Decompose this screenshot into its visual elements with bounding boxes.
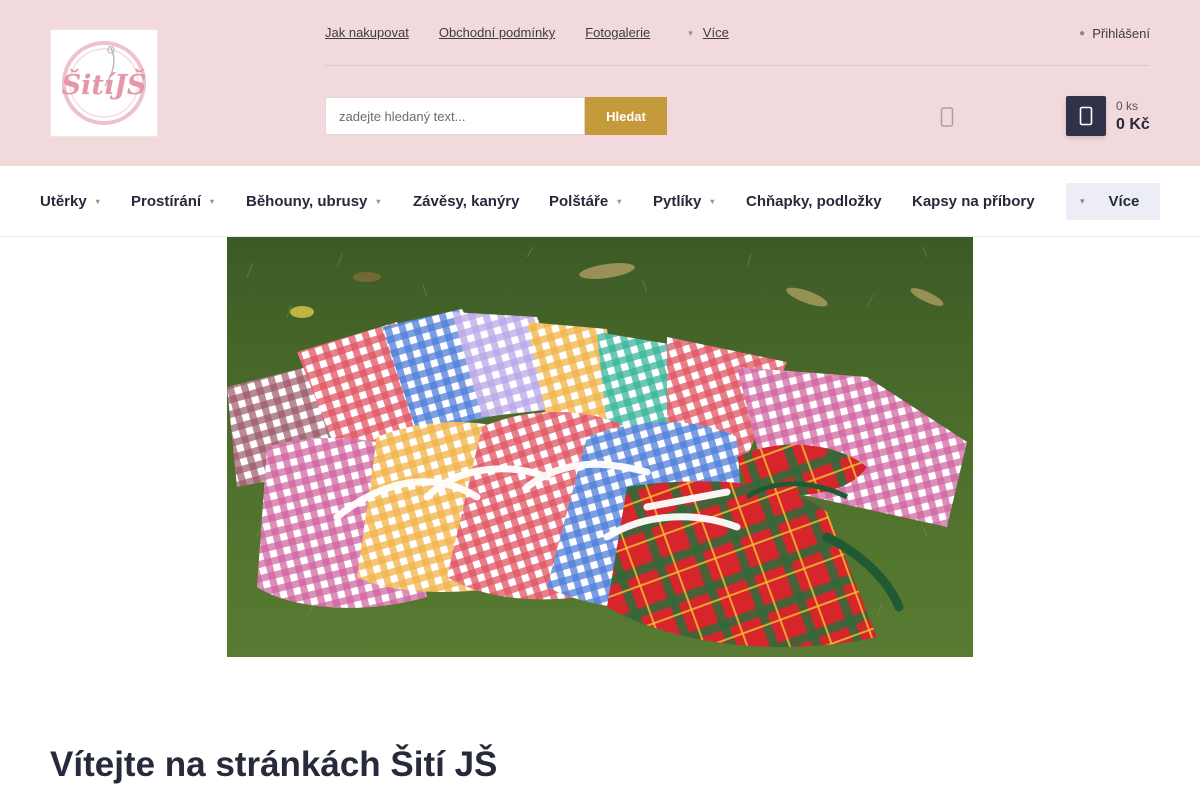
main-nav-item-label: Kapsy na příbory [912,193,1035,210]
main-nav-item-label: Chňapky, podložky [746,193,882,210]
menu-icon: ▾ [1080,196,1085,206]
main-nav-item-label: Polštáře [549,193,609,210]
svg-text:ŠitíJŠ: ŠitíJŠ [62,67,147,101]
chevron-down-icon: ▾ [688,27,693,38]
cart-icon [1079,106,1093,126]
top-nav-link-obchodni-podminky[interactable]: Obchodní podmínky [439,24,555,42]
site-logo[interactable]: ŠitíJŠ [50,29,158,137]
main-nav-item-1[interactable]: Prostírání ▾ [131,193,214,210]
main-nav-item-label: Pytlíky [653,193,702,210]
header-divider [325,65,1150,66]
main-nav-item-0[interactable]: Utěrky ▾ [40,193,100,210]
page-title: Vítejte na stránkách Šití JŠ [50,745,498,784]
search-button[interactable]: Hledat [585,97,667,135]
search-input[interactable] [325,97,585,135]
main-nav-item-label: Utěrky [40,193,87,210]
main-nav-item-3[interactable]: Závěsy, kanýry [413,193,519,210]
search-form: Hledat [325,97,667,135]
login-link[interactable]: ● Přihlášení [1079,24,1150,42]
site-header: ŠitíJŠ Jak nakupovat Obchodní podmínky F… [0,0,1200,166]
cart-count: 0 ks [1116,99,1139,113]
user-icon: ● [1079,27,1086,39]
main-nav-item-6[interactable]: Chňapky, podložky [746,193,882,210]
main-nav-item-label: Běhouny, ubrusy [246,193,368,210]
main-nav-item-2[interactable]: Běhouny, ubrusy ▾ [246,193,380,210]
main-nav-more-button[interactable]: ▾ Více [1066,183,1160,220]
top-nav-link-fotogalerie[interactable]: Fotogalerie [585,24,650,42]
chevron-down-icon: ▾ [210,197,215,206]
cart-price: 0 Kč [1116,116,1150,133]
top-nav-more-label[interactable]: Více [703,24,729,42]
cart-button[interactable] [1066,96,1106,136]
chevron-down-icon: ▾ [617,197,622,206]
main-navigation: Utěrky ▾ Prostírání ▾ Běhouny, ubrusy ▾ Závěsy… [0,166,1200,237]
chevron-down-icon: ▾ [710,197,715,206]
logo-icon: ŠitíJŠ [62,41,147,125]
chevron-down-icon: ▾ [95,197,100,206]
login-label: Přihlášení [1092,25,1150,41]
main-nav-item-label: Závěsy, kanýry [413,193,520,210]
hero-photo [227,237,973,657]
chevron-down-icon: ▾ [376,197,381,206]
top-navigation: Jak nakupovat Obchodní podmínky Fotogale… [325,24,729,42]
heart-icon[interactable] [940,106,954,128]
main-nav-item-label: Prostírání [131,193,202,210]
main-nav-item-5[interactable]: Pytlíky ▾ [653,193,714,210]
main-nav-item-4[interactable]: Polštáře ▾ [549,193,621,210]
main-nav-item-7[interactable]: Kapsy na příbory [912,193,1035,210]
cart-summary[interactable]: 0 ks 0 Kč [1116,99,1150,136]
hero-image [227,237,973,657]
top-nav-link-jak-nakupovat[interactable]: Jak nakupovat [325,24,409,42]
top-nav-more[interactable]: ▾ Více [688,24,729,42]
main-nav-more-label: Více [1108,193,1140,210]
